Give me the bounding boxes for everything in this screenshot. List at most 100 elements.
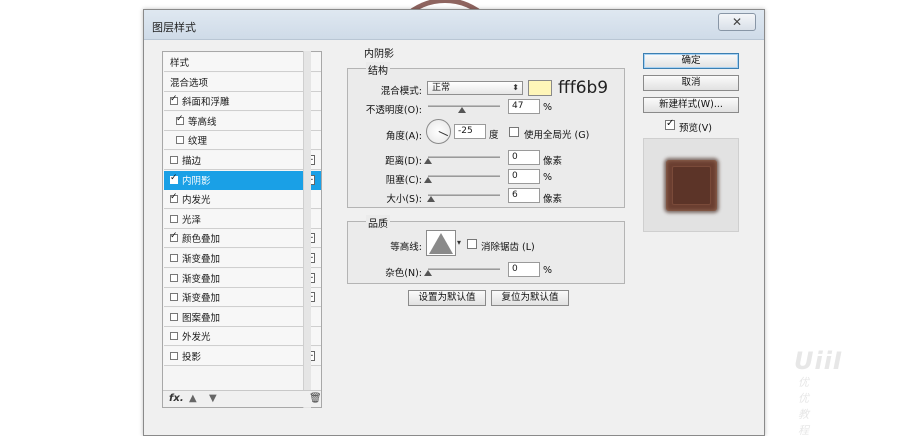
angle-dial[interactable] [426,119,451,144]
sidebar-item[interactable]: 图案叠加 [164,307,321,327]
sidebar-item-checkbox[interactable] [170,293,178,302]
sidebar-item-checkbox[interactable] [170,254,178,262]
size-unit: 像素 [543,194,563,205]
fx-button[interactable]: fx. [169,393,184,404]
sidebar-item-label: 样式 [170,58,190,69]
sidebar-item[interactable]: 渐变叠加+ [164,249,321,268]
set-default-button[interactable]: 设置为默认值 [408,290,486,306]
sidebar-item[interactable]: 斜面和浮雕 [164,92,321,112]
effects-list: 样式混合选项斜面和浮雕等高线纹理描边+内阴影+内发光光泽颜色叠加+渐变叠加+渐变… [162,51,322,408]
sidebar-item-checkbox[interactable] [170,214,178,223]
sidebar-item[interactable]: 内阴影+ [164,170,321,190]
sidebar-item[interactable]: 描边+ [164,151,321,170]
reset-default-button[interactable]: 复位为默认值 [491,290,569,306]
sidebar-item-checkbox[interactable] [170,352,178,360]
opacity-input[interactable]: 47 [508,99,540,114]
move-down-icon[interactable]: ▼ [209,393,217,404]
sidebar-item[interactable]: 渐变叠加+ [164,288,321,308]
sidebar-item-checkbox[interactable] [170,192,178,204]
sidebar-item-checkbox[interactable] [170,332,178,341]
close-button[interactable]: ✕ [718,13,756,31]
sidebar-item-checkbox[interactable] [176,114,184,125]
opacity-slider-handle[interactable] [457,107,466,113]
blend-mode-select[interactable]: 正常 ⬍ [427,81,523,95]
opacity-label: 不透明度(O): [365,105,422,116]
sidebar-item-checkbox[interactable] [170,94,178,106]
preview-checkbox[interactable] [665,118,675,130]
layer-style-dialog: 图层样式 ✕ 样式混合选项斜面和浮雕等高线纹理描边+内阴影+ 内发光光泽颜色叠加+… [143,9,842,436]
color-hex-label: fff6b9 [558,78,609,98]
contour-label: 等高线: [390,242,422,253]
sidebar-item-label: 内阴影 [182,175,211,187]
choke-slider[interactable] [428,175,500,177]
choke-input[interactable]: 0 [508,169,540,184]
trash-icon[interactable]: 🗑 [309,393,322,404]
sidebar-item-label: 光泽 [182,214,202,226]
move-up-icon[interactable]: ▲ [189,393,197,404]
size-slider-handle[interactable] [427,196,435,202]
effects-list-scrollbar[interactable] [303,51,311,408]
quality-title: 品质 [366,215,390,230]
effects-list-footer: fx. ▲ ▼ 🗑 [163,390,322,407]
noise-slider[interactable] [428,268,500,270]
watermark-text: 优优教程网 [798,376,809,436]
sidebar-item-checkbox[interactable] [176,136,184,145]
size-input[interactable]: 6 [508,188,540,203]
sidebar-item-checkbox[interactable] [170,173,178,184]
shadow-color-swatch[interactable] [528,80,552,96]
sidebar-item-checkbox[interactable] [170,231,178,243]
noise-slider-handle[interactable] [424,270,432,276]
sidebar-item[interactable]: 内发光 [164,190,321,210]
choke-unit: % [543,172,553,183]
sidebar-item-checkbox[interactable] [170,156,178,164]
structure-title: 结构 [366,62,390,77]
cancel-button[interactable]: 取消 [643,75,739,91]
distance-slider-handle[interactable] [424,158,432,164]
sidebar-item[interactable]: 等高线 [164,111,321,131]
sidebar-item-label: 渐变叠加 [182,254,221,265]
distance-slider[interactable] [428,156,500,158]
sidebar-item-checkbox[interactable] [170,312,178,321]
sidebar-item-label: 图案叠加 [182,312,221,324]
sidebar-item[interactable]: 纹理 [164,131,321,151]
sidebar-item[interactable]: 外发光 [164,327,321,347]
choke-slider-handle[interactable] [424,177,432,183]
distance-input[interactable]: 0 [508,150,540,165]
noise-input[interactable]: 0 [508,262,540,277]
sidebar-item[interactable]: 颜色叠加+ [164,229,321,249]
chevron-down-icon[interactable]: ▾ [457,238,461,247]
chevron-down-icon: ⬍ [512,83,519,92]
sidebar-item-label: 纹理 [188,136,208,148]
distance-unit: 像素 [543,156,563,167]
size-slider[interactable] [428,194,500,196]
sidebar-item-label: 渐变叠加 [182,293,221,305]
sidebar-item-label: 等高线 [188,116,217,128]
global-light-checkbox[interactable] [509,127,519,137]
preview-thumbnail [666,160,717,211]
sidebar-item-label: 内发光 [182,195,211,207]
dialog-title: 图层样式 [152,21,196,34]
noise-unit: % [543,265,553,276]
sidebar-item[interactable]: 混合选项 [164,72,321,92]
sidebar-item[interactable]: 样式 [164,53,321,72]
sidebar-item[interactable]: 光泽 [164,209,321,229]
sidebar-item-label: 混合选项 [170,77,209,89]
ok-button[interactable]: 确定 [643,53,739,69]
style-preview [643,138,739,232]
section-title: 内阴影 [362,45,396,60]
sidebar-item-label: 描边 [182,156,202,167]
angle-input[interactable]: -25 [454,124,486,139]
sidebar-item-label: 外发光 [182,332,211,344]
sidebar-item-label: 斜面和浮雕 [182,97,230,109]
blend-mode-label: 混合模式: [380,86,422,97]
antialias-checkbox[interactable] [467,239,477,249]
sidebar-item-label: 颜色叠加 [182,234,221,246]
sidebar-item[interactable]: 渐变叠加+ [164,268,321,288]
title-bar: 图层样式 ✕ [144,10,764,40]
new-style-button[interactable]: 新建样式(W)... [643,97,739,113]
sidebar-item[interactable]: 投影+ [164,347,321,366]
sidebar-item-checkbox[interactable] [170,273,178,282]
noise-label: 杂色(N): [385,268,422,279]
contour-picker[interactable] [426,230,456,256]
antialias-label: 消除锯齿 (L) [481,242,535,253]
